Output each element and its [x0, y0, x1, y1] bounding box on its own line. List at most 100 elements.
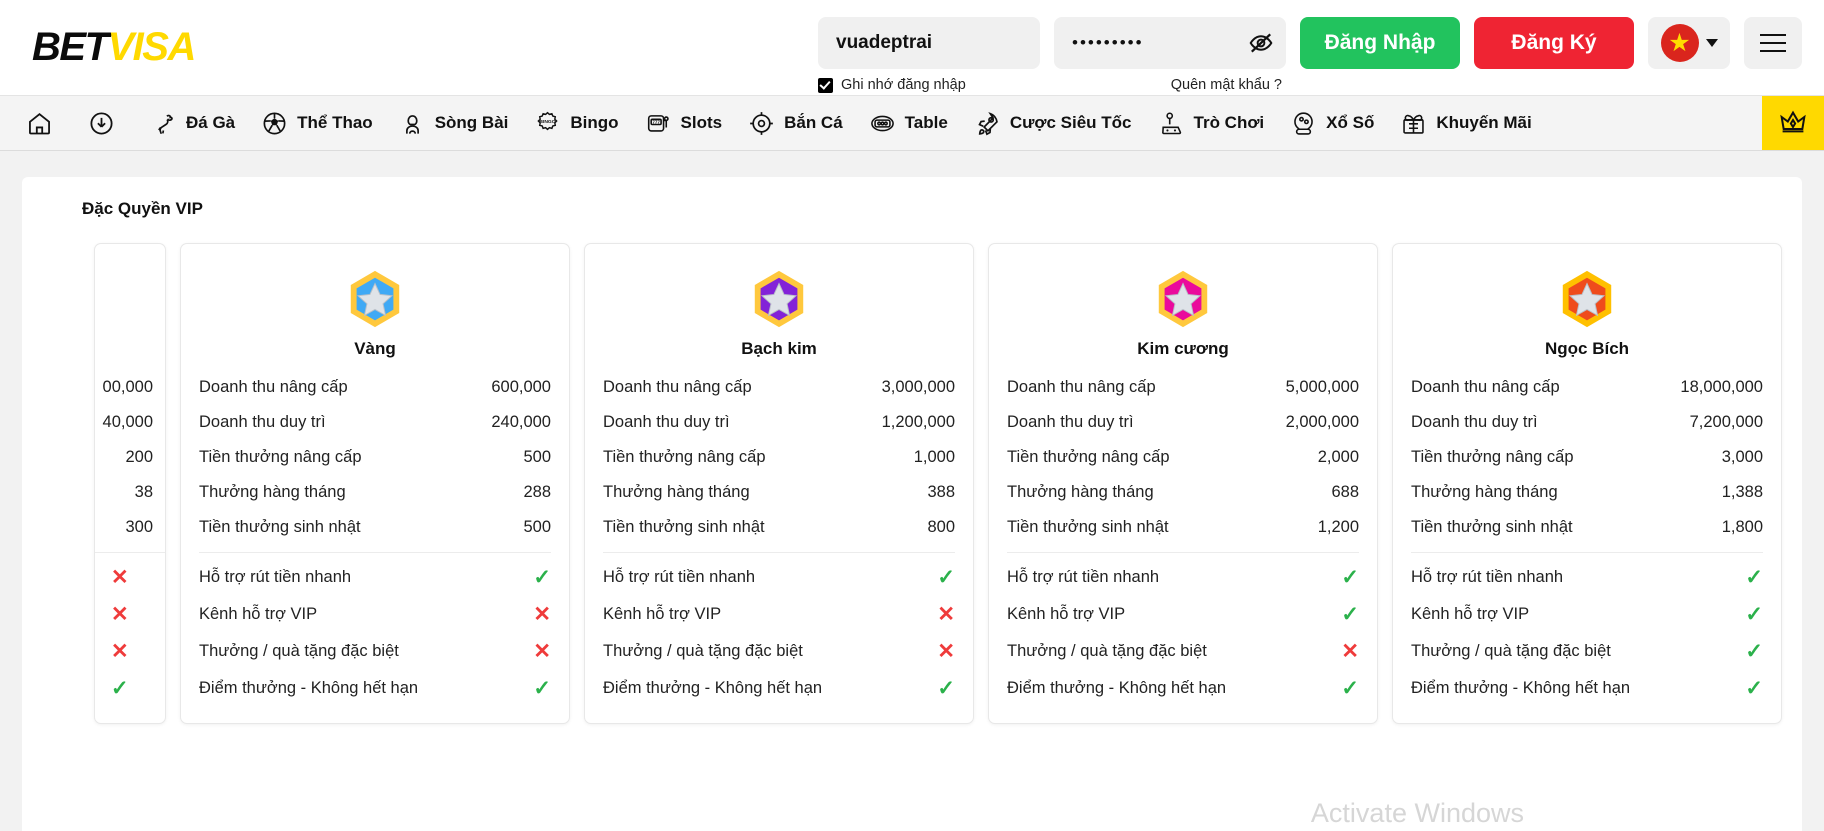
divider — [199, 552, 551, 553]
nav-item-xo-so[interactable]: Xổ Số — [1277, 96, 1387, 150]
casino-dealer-icon — [405, 114, 419, 134]
language-selector[interactable]: ★ — [1648, 17, 1730, 69]
metric-value: 7,200,000 — [1689, 413, 1763, 431]
metric-row: Doanh thu nâng cấp 18,000,000 — [1411, 370, 1763, 405]
vip-tier-card-kim-cuong[interactable]: Kim cương Doanh thu nâng cấp 5,000,000 Do… — [988, 243, 1378, 724]
home-icon — [29, 112, 50, 134]
feature-mark-row: ✕ — [95, 596, 165, 633]
tier-badge-area: Bạch kim — [603, 262, 955, 364]
divider — [95, 552, 165, 553]
feature-row: Kênh hỗ trợ VIP ✕ — [603, 596, 955, 633]
metric-label: Doanh thu duy trì — [1411, 413, 1538, 431]
nav-item-bingo[interactable]: BINGO Bingo — [521, 96, 631, 150]
tier-badge-area: Kim cương — [1007, 262, 1359, 364]
login-button[interactable]: Đăng Nhập — [1300, 17, 1460, 69]
feature-label: Điểm thưởng - Không hết hạn — [603, 679, 823, 697]
metric-row: Tiền thưởng sinh nhật 1,200 — [1007, 510, 1359, 545]
metric-row: Doanh thu duy trì 2,000,000 — [1007, 405, 1359, 440]
metric-value: 688 — [1331, 483, 1359, 501]
eye-off-icon[interactable] — [1248, 30, 1274, 56]
bingo-icon: BINGO — [537, 111, 559, 130]
nav-label-song-bai: Sòng Bài — [434, 113, 509, 132]
partial-metric-value: 300 — [125, 518, 153, 536]
metric-label: Doanh thu nâng cấp — [199, 378, 348, 396]
vip-tier-card-vang[interactable]: Vàng Doanh thu nâng cấp 600,000 Doanh thu… — [180, 243, 570, 724]
metric-value: 3,000 — [1721, 448, 1763, 466]
nav-label-slots: Slots — [680, 113, 723, 132]
register-button[interactable]: Đăng Ký — [1474, 17, 1634, 69]
main-content: Đặc Quyền VIP 00,000 40,000 200 38 300 ✕… — [0, 151, 1824, 831]
brand-logo-bet: BET — [32, 25, 109, 69]
download-icon — [90, 111, 113, 135]
metric-row: Doanh thu nâng cấp 600,000 — [199, 370, 551, 405]
nav-label-bingo: Bingo — [570, 113, 619, 132]
nav-item-the-thao[interactable]: Thể Thao — [248, 96, 386, 150]
vip-crown-button[interactable] — [1762, 96, 1824, 150]
check-icon: ✓ — [1745, 640, 1763, 663]
metric-label: Doanh thu duy trì — [603, 413, 730, 431]
feature-label: Kênh hỗ trợ VIP — [199, 605, 318, 623]
feature-label: Hỗ trợ rút tiền nhanh — [1411, 568, 1564, 586]
tier-badge-area: Ngọc Bích — [1411, 262, 1763, 364]
metric-row: Tiền thưởng nâng cấp 1,000 — [603, 440, 955, 475]
nav-item-slots[interactable]: 777 Slots — [632, 96, 736, 150]
nav-item-khuyen-mai[interactable]: Khuyến Mãi — [1387, 96, 1544, 150]
tier-feature-rows: Hỗ trợ rút tiền nhanh ✓ Kênh hỗ trợ VIP ✕ … — [199, 559, 551, 707]
nav-item-tro-choi[interactable]: Trò Chơi — [1145, 96, 1278, 150]
cross-icon: ✕ — [937, 603, 955, 626]
vip-privileges-panel: Đặc Quyền VIP 00,000 40,000 200 38 300 ✕… — [22, 177, 1802, 831]
brand-logo[interactable]: BET VISA — [32, 0, 196, 95]
vip-tier-card-partial[interactable]: 00,000 40,000 200 38 300 ✕ ✕ ✕ ✓ — [94, 243, 166, 724]
nav-item-download[interactable] — [75, 96, 137, 150]
metric-row: Tiền thưởng sinh nhật 1,800 — [1411, 510, 1763, 545]
nav-label-khuyen-mai: Khuyến Mãi — [1436, 113, 1532, 132]
feature-label: Thưởng / quà tặng đặc biệt — [603, 642, 803, 660]
site-header: BETVISA Ghi nhớ đăng nhập Quên — [0, 0, 1824, 95]
vip-tier-card-ngoc-bich[interactable]: Ngọc Bích Doanh thu nâng cấp 18,000,000 D… — [1392, 243, 1782, 724]
forgot-password-link[interactable]: Quên mật khẩu ? — [1054, 77, 1286, 93]
check-icon: ✓ — [533, 677, 551, 700]
vietnam-flag-icon: ★ — [1660, 24, 1699, 62]
username-input[interactable] — [818, 17, 1040, 69]
crown-icon — [1780, 110, 1806, 133]
tier-name: Vàng — [354, 339, 396, 358]
tier-badge-area: Vàng — [199, 262, 551, 364]
metric-label: Doanh thu nâng cấp — [1411, 378, 1560, 396]
metric-label: Doanh thu nâng cấp — [1007, 378, 1156, 396]
feature-row: Điểm thưởng - Không hết hạn ✓ — [603, 670, 955, 707]
metric-value: 500 — [523, 518, 551, 536]
metric-label: Tiền thưởng sinh nhật — [199, 518, 361, 536]
nav-item-song-bai[interactable]: Sòng Bài — [386, 96, 522, 150]
nav-item-da-ga[interactable]: Đá Gà — [137, 96, 248, 150]
lottery-balls-icon — [1294, 111, 1313, 135]
metric-value: 1,000 — [913, 448, 955, 466]
vip-tier-cards: 00,000 40,000 200 38 300 ✕ ✕ ✕ ✓ Vàng Do… — [22, 243, 1802, 724]
feature-label: Hỗ trợ rút tiền nhanh — [1007, 568, 1160, 586]
metric-value: 1,200,000 — [881, 413, 955, 431]
nav-item-table[interactable]: Table — [856, 96, 961, 150]
feature-row: Điểm thưởng - Không hết hạn ✓ — [199, 670, 551, 707]
tier-feature-rows: Hỗ trợ rút tiền nhanh ✓ Kênh hỗ trợ VIP ✕ … — [603, 559, 955, 707]
metric-row: Doanh thu duy trì 240,000 — [199, 405, 551, 440]
tier-metric-rows: Doanh thu nâng cấp 600,000 Doanh thu duy … — [199, 370, 551, 545]
metric-row: Thưởng hàng tháng 288 — [199, 475, 551, 510]
check-icon: ✓ — [1745, 603, 1763, 626]
feature-label: Điểm thưởng - Không hết hạn — [199, 679, 419, 697]
check-icon: ✓ — [937, 677, 955, 700]
remember-me-label: Ghi nhớ đăng nhập — [841, 77, 966, 93]
check-icon: ✓ — [1745, 566, 1763, 589]
feature-label: Kênh hỗ trợ VIP — [1411, 605, 1530, 623]
nav-item-home[interactable] — [0, 96, 75, 150]
vip-tier-card-bach-kim[interactable]: Bạch kim Doanh thu nâng cấp 3,000,000 Doa… — [584, 243, 974, 724]
tier-name: Bạch kim — [741, 339, 817, 358]
partial-metric-value: 40,000 — [102, 413, 153, 431]
nav-item-ban-ca[interactable]: Bắn Cá — [735, 96, 856, 150]
nav-item-cuoc-sieu-toc[interactable]: Cược Siêu Tốc — [961, 96, 1145, 150]
feature-row: Điểm thưởng - Không hết hạn ✓ — [1007, 670, 1359, 707]
remember-me-checkbox[interactable] — [818, 77, 833, 93]
feature-label: Thưởng / quà tặng đặc biệt — [199, 642, 399, 660]
metric-row: Doanh thu nâng cấp 3,000,000 — [603, 370, 955, 405]
hamburger-menu-icon[interactable] — [1744, 17, 1802, 69]
metric-value: 2,000,000 — [1285, 413, 1359, 431]
tier-metric-rows: Doanh thu nâng cấp 5,000,000 Doanh thu du… — [1007, 370, 1359, 545]
